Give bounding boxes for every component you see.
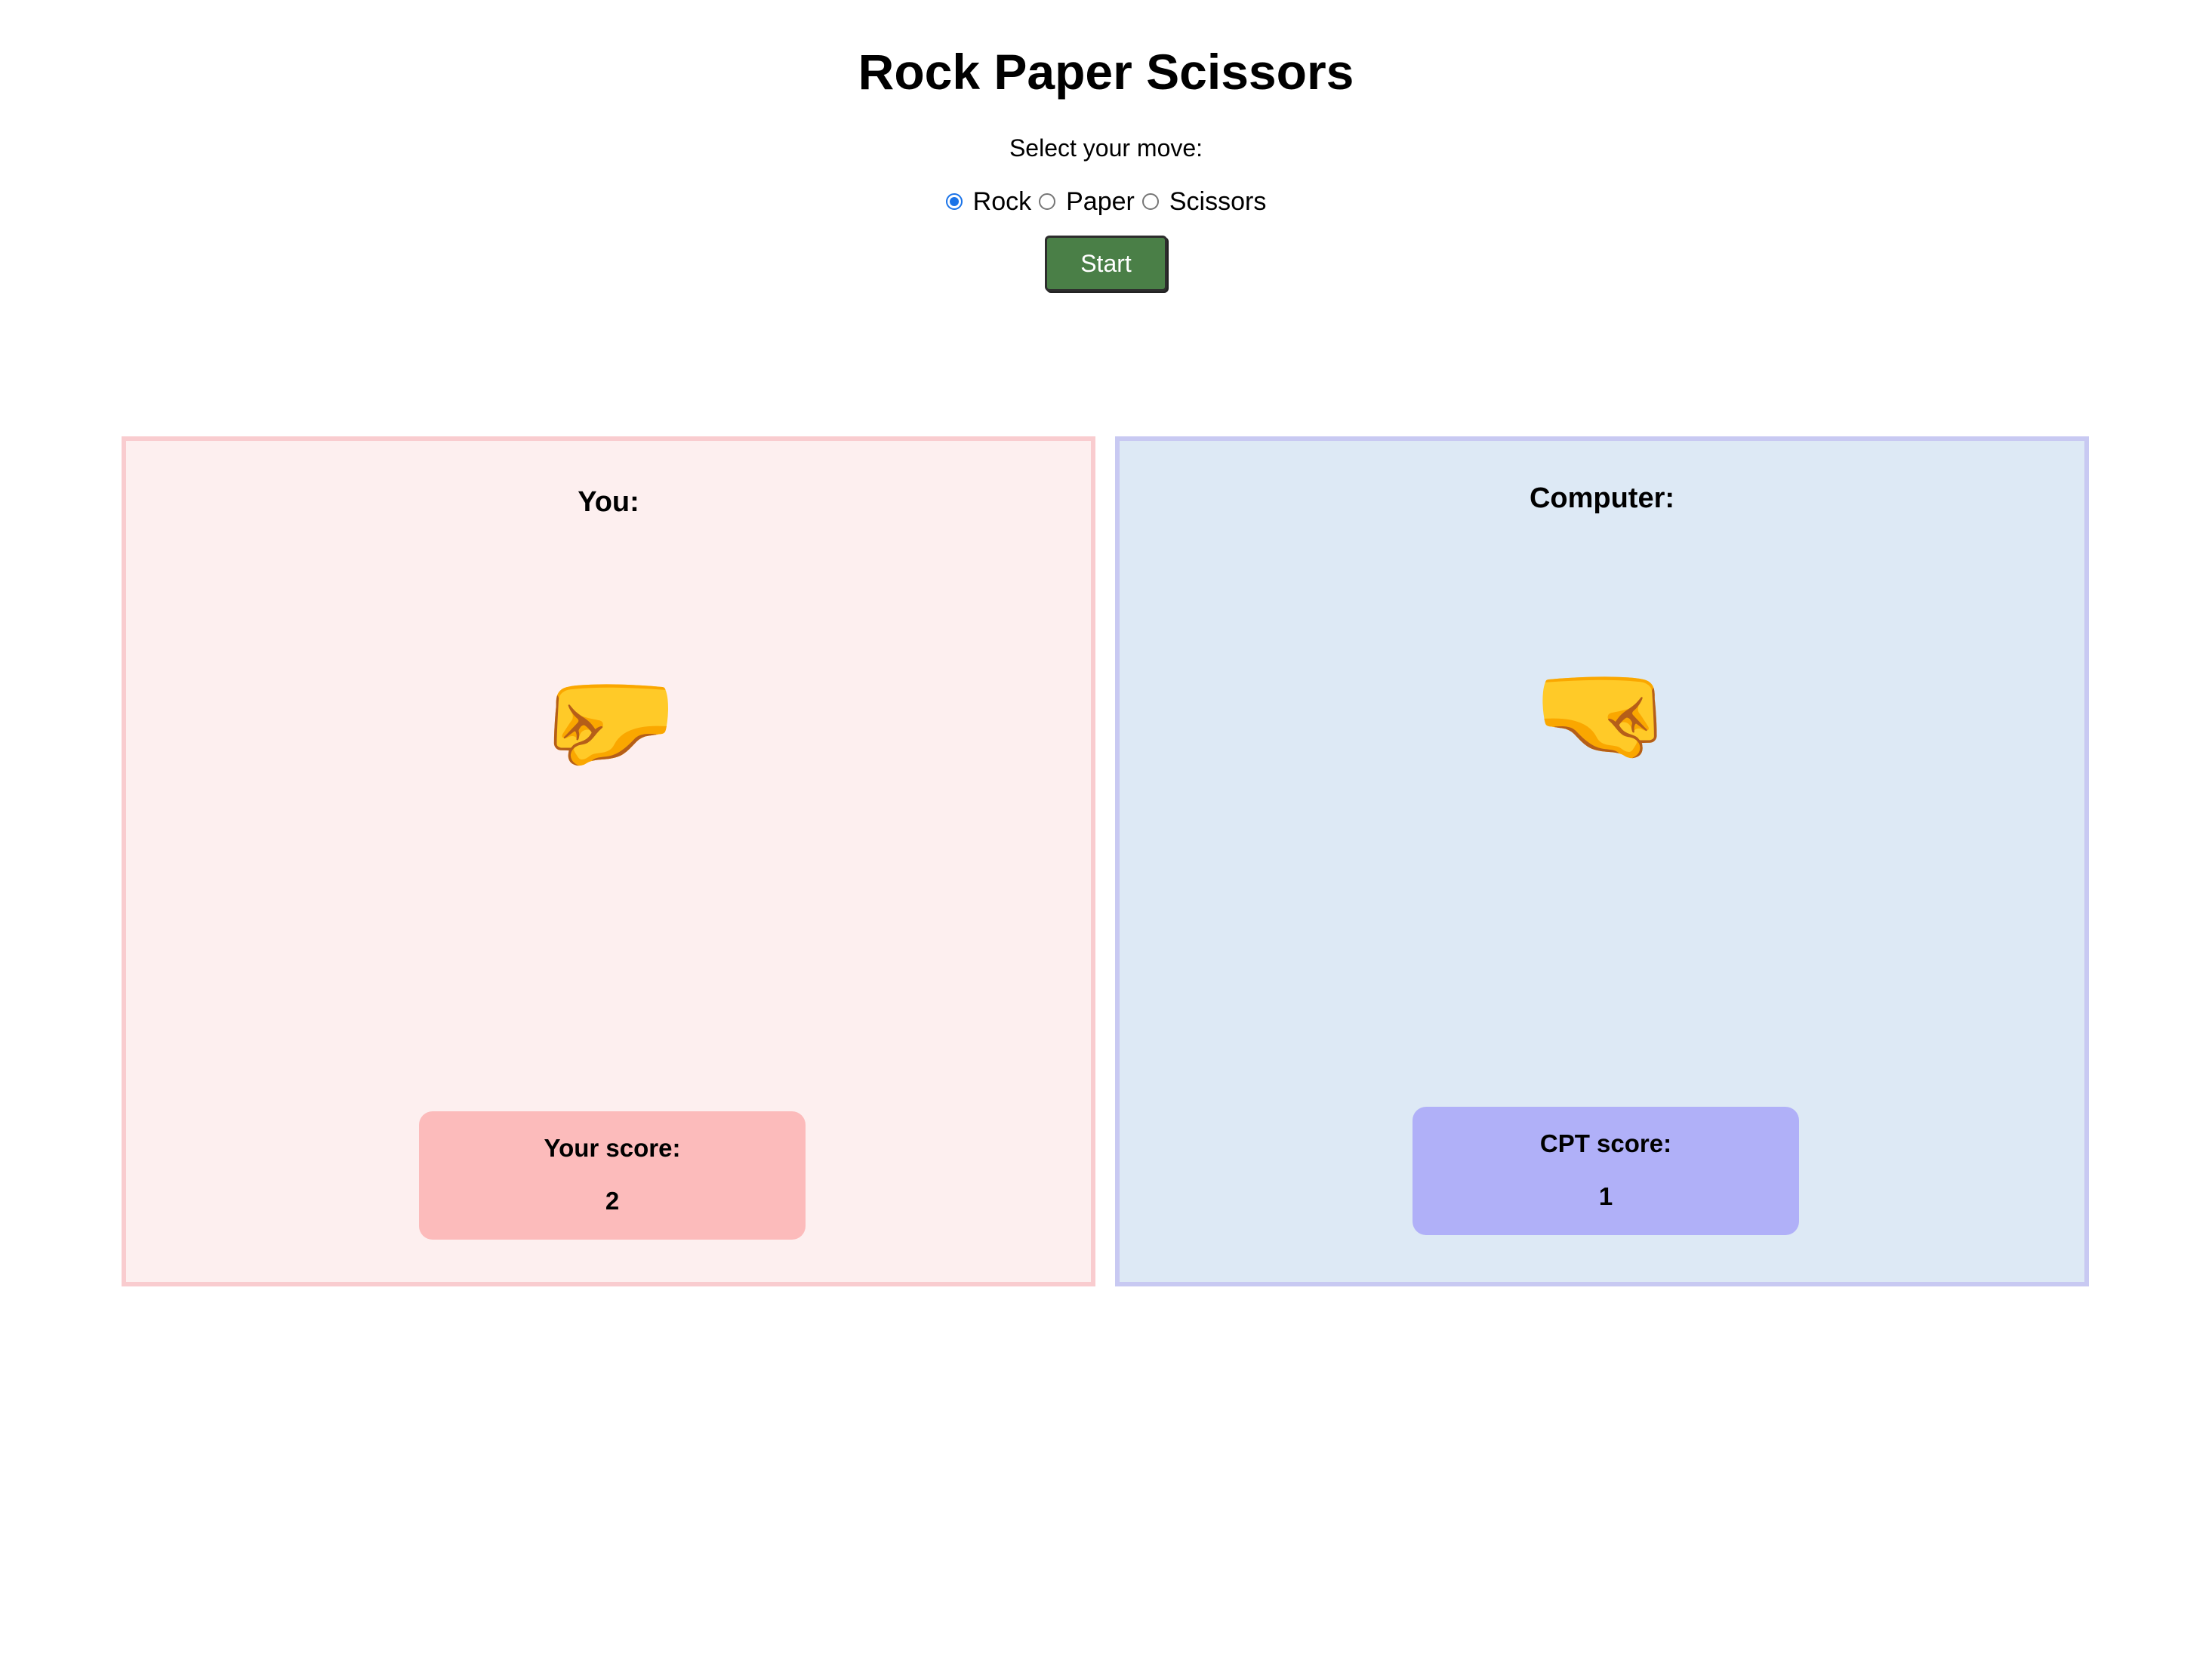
player-title: You:: [578, 486, 639, 518]
player-score-box: Your score: 2: [419, 1111, 806, 1240]
player-score-label: Your score:: [544, 1134, 681, 1162]
scissors-radio[interactable]: [1141, 193, 1159, 210]
rock-radio[interactable]: [945, 193, 963, 210]
paper-label[interactable]: Paper: [1066, 187, 1135, 217]
computer-hand: 🤛: [1120, 645, 2084, 781]
move-option-scissors[interactable]: Scissors: [1141, 187, 1266, 217]
move-prompt: Select your move:: [1009, 134, 1203, 162]
rock-label[interactable]: Rock: [973, 187, 1031, 217]
computer-score-box: CPT score: 1: [1413, 1107, 1799, 1235]
move-option-paper[interactable]: Paper: [1039, 187, 1135, 217]
player-score-value: 2: [605, 1187, 620, 1215]
paper-radio[interactable]: [1039, 193, 1056, 210]
scissors-label[interactable]: Scissors: [1169, 187, 1266, 217]
computer-title: Computer:: [1529, 482, 1675, 514]
start-button[interactable]: Start: [1045, 236, 1167, 291]
move-selector: Rock Paper Scissors: [0, 183, 2212, 220]
computer-score-value: 1: [1598, 1182, 1613, 1210]
player-hand: 🤛: [126, 652, 1091, 788]
left-facing-fist-icon: 🤛: [538, 657, 679, 784]
player-panel: You: 🤛 Your score: 2: [122, 436, 1095, 1286]
move-option-rock[interactable]: Rock: [945, 187, 1031, 217]
computer-panel: Computer: 🤛 CPT score: 1: [1115, 436, 2089, 1286]
right-facing-fist-icon: 🤛: [1531, 649, 1673, 776]
page-title: Rock Paper Scissors: [858, 44, 1354, 100]
computer-score-label: CPT score:: [1539, 1129, 1672, 1157]
